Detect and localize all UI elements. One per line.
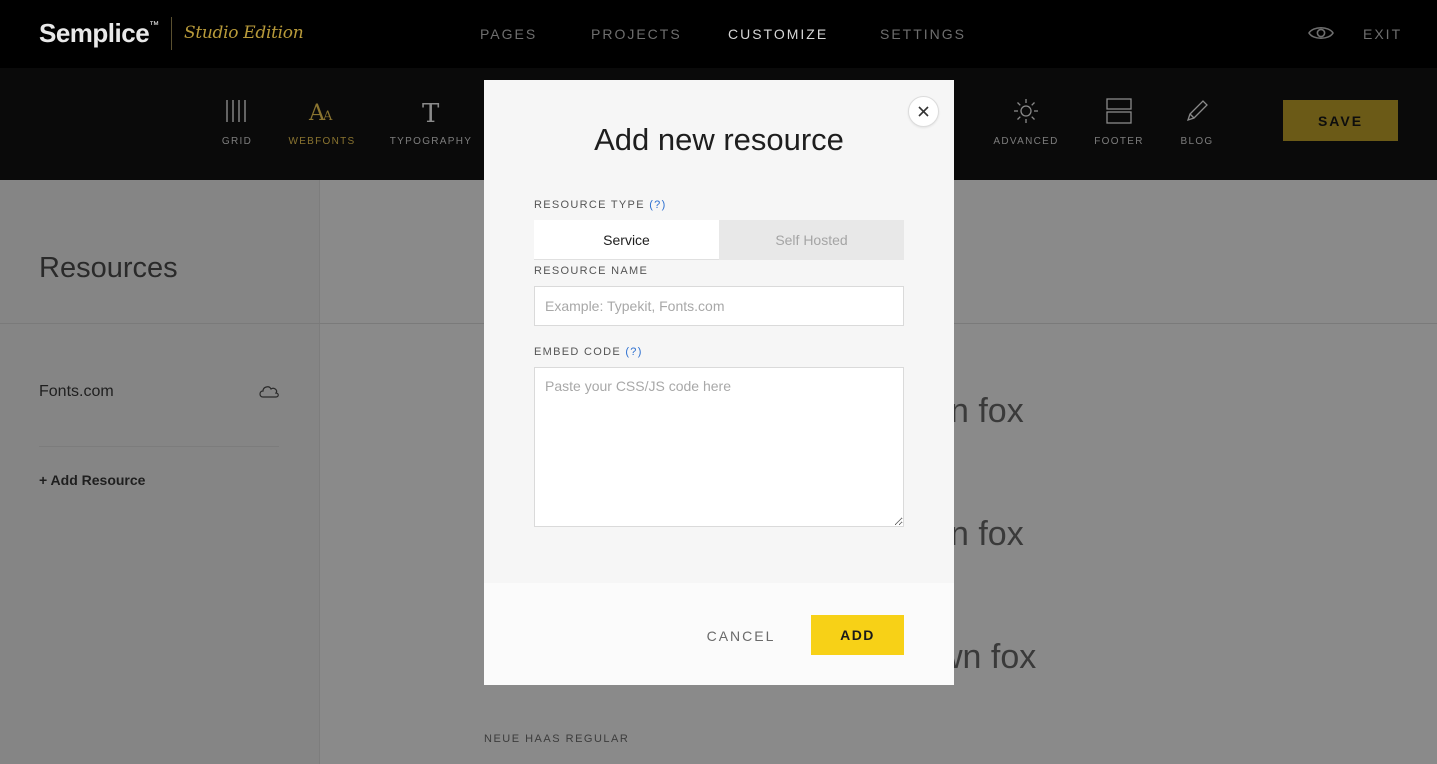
resource-type-toggle: Service Self Hosted xyxy=(534,220,904,260)
eye-icon[interactable] xyxy=(1308,24,1334,42)
footer-icon xyxy=(1106,98,1132,124)
semplice-logo[interactable]: Semplice™ xyxy=(39,18,159,49)
tool-label: WEBFONTS xyxy=(288,136,356,147)
save-button[interactable]: SAVE xyxy=(1283,100,1398,141)
modal-title: Add new resource xyxy=(594,122,844,157)
divider xyxy=(39,446,279,447)
nav-settings[interactable]: SETTINGS xyxy=(880,26,966,42)
tool-grid[interactable]: GRID xyxy=(192,68,282,180)
resource-type-service[interactable]: Service xyxy=(534,220,719,260)
font-sample: n fox xyxy=(950,392,1024,430)
resource-type-self-hosted[interactable]: Self Hosted xyxy=(719,220,904,260)
logo-divider xyxy=(171,17,172,50)
nav-projects[interactable]: PROJECTS xyxy=(591,26,682,42)
svg-text:A: A xyxy=(322,109,333,124)
embed-code-help-link[interactable]: (?) xyxy=(625,346,642,358)
font-name-label: NEUE HAAS REGULAR xyxy=(484,733,630,745)
resource-item-fonts-com[interactable]: Fonts.com xyxy=(39,383,114,401)
resource-name-input[interactable] xyxy=(534,286,904,326)
svg-text:T: T xyxy=(422,99,440,126)
add-button[interactable]: ADD xyxy=(811,615,904,655)
resource-type-label: RESOURCE TYPE (?) xyxy=(534,199,667,211)
font-sample: n fox xyxy=(950,515,1024,553)
tool-webfonts[interactable]: A A WEBFONTS xyxy=(277,68,367,180)
embed-code-textarea[interactable] xyxy=(534,367,904,527)
tool-label: ADVANCED xyxy=(993,136,1059,147)
cloud-icon[interactable] xyxy=(257,383,281,399)
cancel-button[interactable]: CANCEL xyxy=(696,627,786,645)
tool-advanced[interactable]: ADVANCED xyxy=(981,68,1071,180)
tool-footer[interactable]: FOOTER xyxy=(1074,68,1164,180)
pencil-icon xyxy=(1186,100,1208,122)
resources-sidebar: Resources Fonts.com + Add Resource xyxy=(0,180,320,764)
top-nav-bar: Semplice™ Studio Edition PAGES PROJECTS … xyxy=(0,0,1437,68)
exit-link[interactable]: EXIT xyxy=(1363,26,1402,42)
add-resource-link[interactable]: + Add Resource xyxy=(39,472,145,488)
divider xyxy=(0,323,320,324)
resources-title: Resources xyxy=(39,252,178,284)
edition-label: Studio Edition xyxy=(184,23,304,43)
close-icon xyxy=(918,106,929,117)
tool-typography[interactable]: T TYPOGRAPHY xyxy=(386,68,476,180)
nav-pages[interactable]: PAGES xyxy=(480,26,537,42)
webfonts-icon: A A xyxy=(308,101,333,126)
sun-icon xyxy=(1014,99,1038,123)
add-resource-modal: Add new resource RESOURCE TYPE (?) Servi… xyxy=(484,80,954,685)
nav-customize[interactable]: CUSTOMIZE xyxy=(728,26,828,42)
resource-type-help-link[interactable]: (?) xyxy=(649,199,666,211)
tool-label: BLOG xyxy=(1180,136,1214,147)
typography-icon: T xyxy=(422,99,440,126)
embed-code-label: EMBED CODE (?) xyxy=(534,346,643,358)
tool-label: TYPOGRAPHY xyxy=(389,136,473,147)
tool-label: GRID xyxy=(221,136,253,147)
tool-blog[interactable]: BLOG xyxy=(1152,68,1242,180)
tool-label: FOOTER xyxy=(1094,136,1144,147)
grid-icon xyxy=(226,100,246,122)
resource-name-label: RESOURCE NAME xyxy=(534,265,649,277)
